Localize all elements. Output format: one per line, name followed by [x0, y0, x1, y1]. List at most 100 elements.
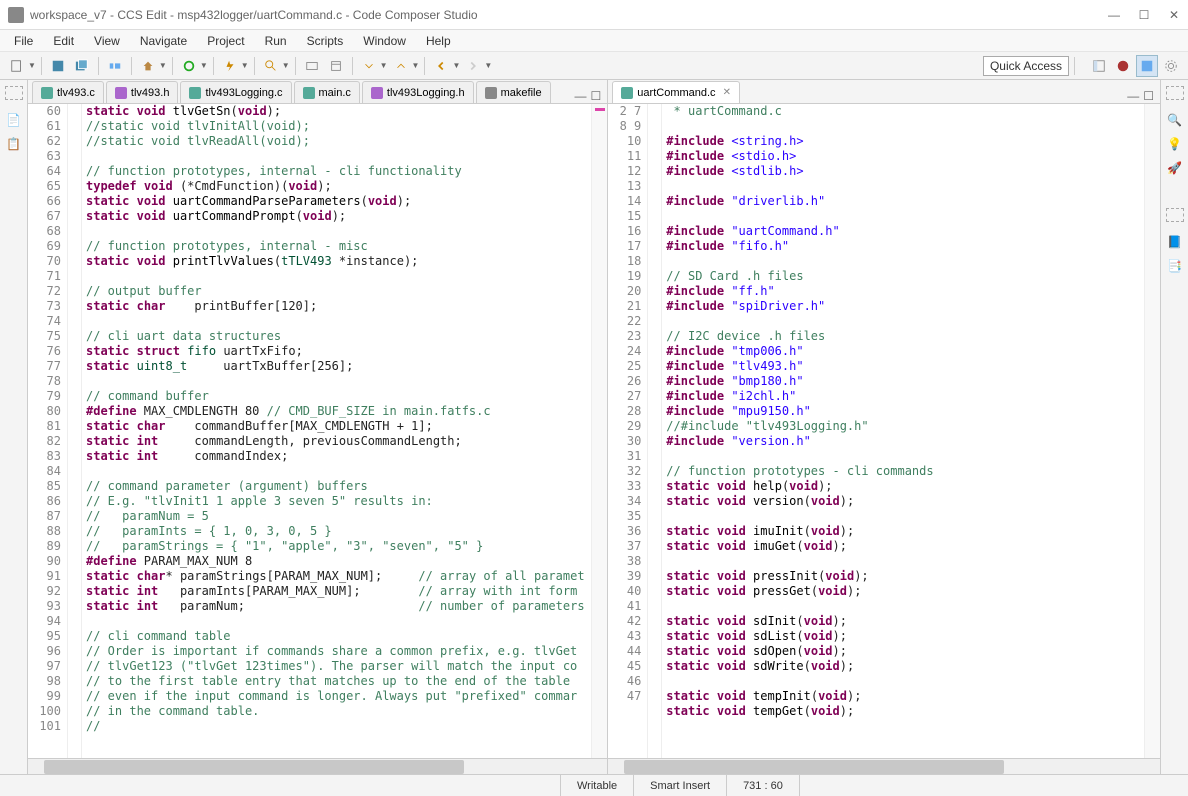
project-explorer-icon[interactable]: 📄: [6, 112, 22, 128]
forward-button[interactable]: [462, 55, 484, 77]
overview-ruler[interactable]: [1144, 104, 1160, 758]
console-icon[interactable]: 📑: [1167, 258, 1183, 274]
menu-run[interactable]: Run: [257, 32, 295, 50]
editor-tab[interactable]: tlv493Logging.h: [362, 81, 474, 103]
debug-button[interactable]: [178, 55, 200, 77]
dropdown-icon[interactable]: ▼: [28, 61, 36, 70]
minimized-view-dots-icon[interactable]: [5, 86, 23, 100]
code-viewport-right[interactable]: 2 7 8 9 10 11 12 13 14 15 16 17 18 19 20…: [608, 104, 1160, 758]
left-toolbar-dock: 📄 📋: [0, 80, 28, 774]
dropdown-icon[interactable]: ▼: [380, 61, 388, 70]
back-button[interactable]: [430, 55, 452, 77]
editor-tab[interactable]: tlv493.c: [32, 81, 104, 103]
dropdown-icon[interactable]: ▼: [484, 61, 492, 70]
editor-tabbar-left: tlv493.c tlv493.h tlv493Logging.c main.c tlv…: [28, 80, 607, 104]
close-tab-icon[interactable]: ✕: [723, 87, 731, 98]
toolbar: ▼ ▼ ▼ ▼ ▼ ▼ ▼ ▼ ▼ Quick Access: [0, 52, 1188, 80]
tab-label: makefile: [501, 87, 542, 99]
titlebar: workspace_v7 - CCS Edit - msp432logger/u…: [0, 0, 1188, 30]
line-number-gutter: 2 7 8 9 10 11 12 13 14 15 16 17 18 19 20…: [608, 104, 648, 758]
close-button[interactable]: ✕: [1168, 8, 1180, 22]
window-title: workspace_v7 - CCS Edit - msp432logger/u…: [30, 8, 1108, 22]
menu-help[interactable]: Help: [418, 32, 459, 50]
menu-scripts[interactable]: Scripts: [299, 32, 352, 50]
editor-tab[interactable]: tlv493.h: [106, 81, 179, 103]
minimize-pane-icon[interactable]: —: [1127, 89, 1139, 103]
editor-pane-right: uartCommand.c✕ — ☐ 2 7 8 9 10 11 12 13 1…: [608, 80, 1160, 774]
advice-icon[interactable]: 🚀: [1167, 160, 1183, 176]
tab-label: tlv493Logging.c: [205, 87, 282, 99]
quick-access-input[interactable]: Quick Access: [983, 56, 1069, 76]
open-task-button[interactable]: [325, 55, 347, 77]
maximize-pane-icon[interactable]: ☐: [1143, 89, 1154, 103]
tab-label: main.c: [319, 87, 351, 99]
minimized-view-dots-icon[interactable]: [1166, 208, 1184, 222]
horizontal-scrollbar[interactable]: [28, 758, 607, 774]
file-icon: [41, 87, 53, 99]
save-button[interactable]: [47, 55, 69, 77]
save-all-button[interactable]: [71, 55, 93, 77]
flash-button[interactable]: [219, 55, 241, 77]
editor-tabbar-right: uartCommand.c✕ — ☐: [608, 80, 1160, 104]
perspective-debug-button[interactable]: [1112, 55, 1134, 77]
perspective-open-button[interactable]: [1088, 55, 1110, 77]
file-icon: [303, 87, 315, 99]
status-writable: Writable: [560, 775, 633, 796]
menu-edit[interactable]: Edit: [45, 32, 82, 50]
code-text[interactable]: static void tlvGetSn(void); //static voi…: [82, 104, 591, 758]
file-icon: [485, 87, 497, 99]
menu-navigate[interactable]: Navigate: [132, 32, 195, 50]
open-type-button[interactable]: [301, 55, 323, 77]
dropdown-icon[interactable]: ▼: [282, 61, 290, 70]
editor-pane-left: tlv493.c tlv493.h tlv493Logging.c main.c tlv…: [28, 80, 608, 774]
editor-tab[interactable]: makefile: [476, 81, 551, 103]
editor-area: tlv493.c tlv493.h tlv493Logging.c main.c tlv…: [28, 80, 1160, 774]
maximize-pane-icon[interactable]: ☐: [591, 89, 602, 103]
file-icon: [621, 87, 633, 99]
file-icon: [189, 87, 201, 99]
fold-gutter[interactable]: [68, 104, 82, 758]
editor-tab[interactable]: main.c: [294, 81, 360, 103]
right-toolbar-dock: 🔍 💡 🚀 📘 📑: [1160, 80, 1188, 774]
horizontal-scrollbar[interactable]: [608, 758, 1160, 774]
problems-icon[interactable]: 📘: [1167, 234, 1183, 250]
search-button[interactable]: [260, 55, 282, 77]
menubar: FileEditViewNavigateProject RunScriptsWin…: [0, 30, 1188, 52]
editor-tab[interactable]: uartCommand.c✕: [612, 81, 740, 103]
editor-tab[interactable]: tlv493Logging.c: [180, 81, 291, 103]
statusbar: Writable Smart Insert 731 : 60: [0, 774, 1188, 796]
resource-icon[interactable]: 💡: [1167, 136, 1183, 152]
tab-label: tlv493.h: [131, 87, 170, 99]
clipboard-icon[interactable]: 📋: [6, 136, 22, 152]
menu-project[interactable]: Project: [199, 32, 252, 50]
outline-icon[interactable]: 🔍: [1167, 112, 1183, 128]
maximize-button[interactable]: ☐: [1138, 8, 1150, 22]
next-annotation-button[interactable]: [358, 55, 380, 77]
dropdown-icon[interactable]: ▼: [159, 61, 167, 70]
perspective-edit-button[interactable]: [1136, 55, 1158, 77]
work-area: 📄 📋 tlv493.c tlv493.h tlv493Logging.c main.…: [0, 80, 1188, 774]
prev-annotation-button[interactable]: [390, 55, 412, 77]
code-text[interactable]: * uartCommand.c #include <string.h> #inc…: [662, 104, 1144, 758]
minimized-view-dots-icon[interactable]: [1166, 86, 1184, 100]
file-icon: [371, 87, 383, 99]
toggle-breadcrumb-button[interactable]: [104, 55, 126, 77]
tab-label: tlv493Logging.h: [387, 87, 465, 99]
dropdown-icon[interactable]: ▼: [452, 61, 460, 70]
menu-file[interactable]: File: [6, 32, 41, 50]
minimize-pane-icon[interactable]: —: [575, 89, 587, 103]
menu-view[interactable]: View: [86, 32, 128, 50]
perspective-gear-button[interactable]: [1160, 55, 1182, 77]
fold-gutter[interactable]: [648, 104, 662, 758]
dropdown-icon[interactable]: ▼: [200, 61, 208, 70]
code-viewport-left[interactable]: 60 61 62 63 64 65 66 67 68 69 70 71 72 7…: [28, 104, 607, 758]
dropdown-icon[interactable]: ▼: [412, 61, 420, 70]
build-button[interactable]: [137, 55, 159, 77]
dropdown-icon[interactable]: ▼: [241, 61, 249, 70]
line-number-gutter: 60 61 62 63 64 65 66 67 68 69 70 71 72 7…: [28, 104, 68, 758]
file-icon: [115, 87, 127, 99]
overview-ruler[interactable]: [591, 104, 607, 758]
menu-window[interactable]: Window: [355, 32, 414, 50]
minimize-button[interactable]: —: [1108, 8, 1120, 22]
new-button[interactable]: [6, 55, 28, 77]
